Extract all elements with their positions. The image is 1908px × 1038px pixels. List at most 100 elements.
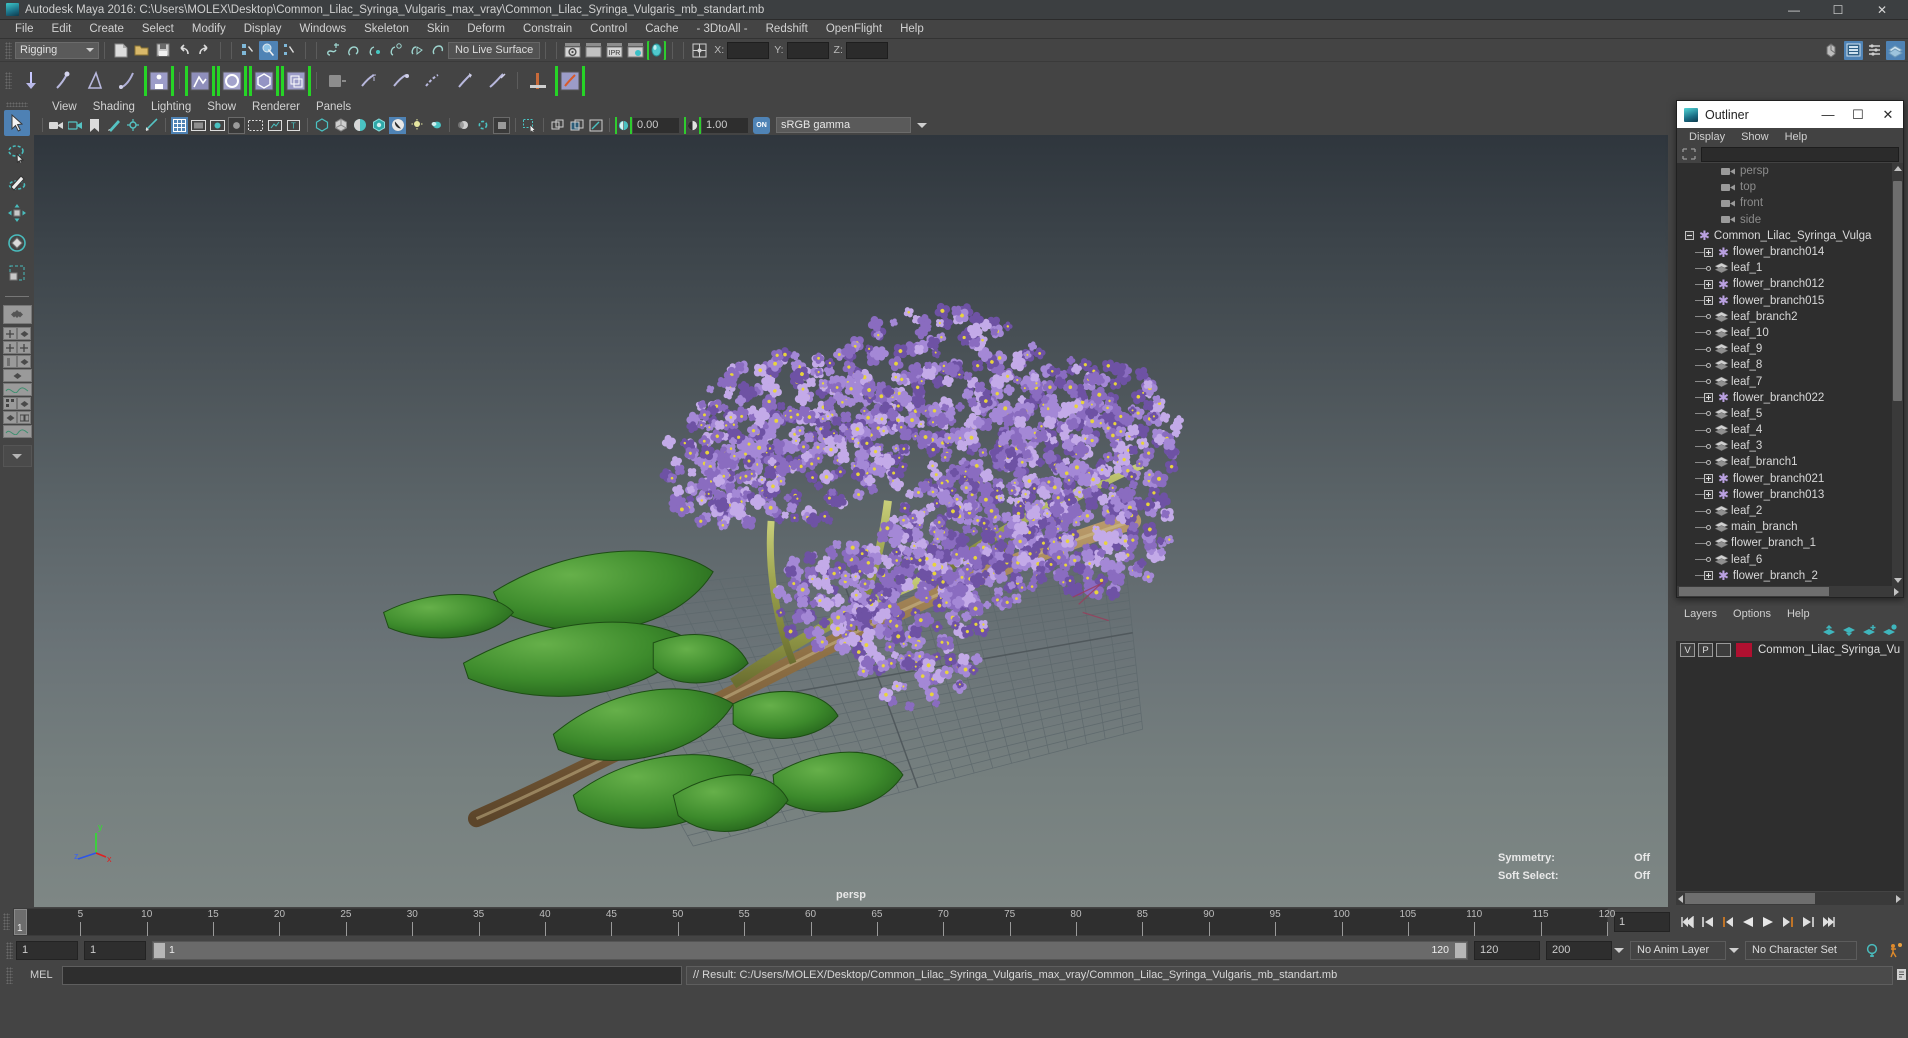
- layers-list[interactable]: V P Common_Lilac_Syringa_Vu: [1676, 641, 1904, 891]
- camera-attributes-icon[interactable]: [67, 117, 84, 134]
- create-ik-handle-button[interactable]: [48, 66, 78, 96]
- toggle-xray-joints-icon[interactable]: [266, 117, 283, 134]
- render-settings-button[interactable]: [626, 41, 645, 60]
- select-by-object-type-button[interactable]: [259, 40, 278, 60]
- outliner-vertical-scrollbar[interactable]: [1892, 163, 1903, 586]
- expand-node-icon[interactable]: [1704, 490, 1713, 500]
- viewport-menu-lighting[interactable]: Lighting: [143, 101, 199, 113]
- time-cursor[interactable]: 1: [14, 909, 27, 935]
- create-joint-tool-button[interactable]: [16, 66, 46, 96]
- outliner-maximize-button[interactable]: ☐: [1843, 101, 1873, 128]
- menu-windows[interactable]: Windows: [290, 20, 355, 39]
- interactive-bind-skin-button[interactable]: [249, 66, 279, 96]
- lasso-select-tool-button[interactable]: [4, 140, 30, 166]
- menu-modify[interactable]: Modify: [183, 20, 235, 39]
- redo-button[interactable]: [195, 41, 214, 60]
- move-layer-down-icon[interactable]: [1841, 623, 1858, 638]
- lattice-deformer-button[interactable]: [354, 66, 384, 96]
- outliner-item-leaf-1[interactable]: leaf_1: [1677, 260, 1892, 276]
- display-layer-icon[interactable]: [568, 117, 585, 134]
- outliner-item-top[interactable]: top: [1677, 179, 1892, 195]
- show-hide-tool-settings-button[interactable]: [1865, 41, 1884, 60]
- shadows-icon[interactable]: [408, 117, 425, 134]
- hypershade-persp-layout-button[interactable]: [3, 397, 17, 410]
- outliner-item-leaf-branch2[interactable]: leaf_branch2: [1677, 309, 1892, 325]
- outliner-item-side[interactable]: side: [1677, 212, 1892, 228]
- new-scene-button[interactable]: [111, 41, 130, 60]
- snap-to-view-planes-button[interactable]: [407, 41, 426, 60]
- coord-x-field[interactable]: [727, 41, 770, 59]
- menu-file[interactable]: File: [6, 20, 43, 39]
- smooth-bind-skin-button[interactable]: [185, 66, 215, 96]
- toggle-grid-icon[interactable]: [171, 116, 188, 134]
- exposure-icon[interactable]: [615, 117, 632, 134]
- persp-trax-layout-button[interactable]: [2, 383, 32, 396]
- viewport-menu-show[interactable]: Show: [199, 101, 244, 113]
- isolate-select-icon[interactable]: [521, 117, 538, 134]
- persp-outliner-layout-button[interactable]: [3, 355, 17, 368]
- toggle-texture-icon[interactable]: T: [285, 117, 302, 134]
- command-line-grip[interactable]: [6, 966, 13, 984]
- outliner-item-flower-branch012[interactable]: ✱ flower_branch012: [1677, 276, 1892, 292]
- selection-filter-icon[interactable]: [1681, 147, 1697, 161]
- character-set-dropdown[interactable]: No Character Set: [1745, 940, 1857, 960]
- menu-select[interactable]: Select: [133, 20, 183, 39]
- live-surface-field[interactable]: No Live Surface: [448, 41, 541, 59]
- auto-keyframe-toggle[interactable]: [1861, 940, 1883, 960]
- collapse-node-icon[interactable]: [1685, 231, 1694, 241]
- script-editor-button[interactable]: [1896, 966, 1908, 985]
- create-character-set-button[interactable]: [144, 66, 174, 96]
- make-live-button[interactable]: [428, 41, 447, 60]
- menu-constrain[interactable]: Constrain: [514, 20, 581, 39]
- outliner-item-flower-branch013[interactable]: ✱ flower_branch013: [1677, 487, 1892, 503]
- range-end-handle[interactable]: [1455, 942, 1466, 958]
- open-scene-button[interactable]: [132, 41, 151, 60]
- menu-redshift[interactable]: Redshift: [757, 20, 817, 39]
- create-empty-layer-icon[interactable]: [1861, 623, 1878, 638]
- expand-node-icon[interactable]: [1704, 474, 1713, 484]
- use-default-material-icon[interactable]: [370, 117, 387, 134]
- ipr-render-button[interactable]: IPR: [605, 41, 624, 60]
- expand-node-icon[interactable]: [1704, 393, 1713, 403]
- motion-blur-icon[interactable]: [455, 117, 472, 134]
- bookmark-icon[interactable]: [86, 117, 103, 134]
- layers-horizontal-scrollbar[interactable]: [1676, 892, 1904, 905]
- menu-3dtoall[interactable]: - 3DtoAll -: [688, 20, 757, 39]
- anim-layer-dropdown[interactable]: No Anim Layer: [1630, 940, 1726, 960]
- scrollbar-thumb[interactable]: [1893, 181, 1902, 401]
- toggle-attribute-editor-button[interactable]: [690, 41, 709, 60]
- hardware-texturing-icon[interactable]: [351, 117, 368, 134]
- layer-visibility-toggle[interactable]: V: [1680, 643, 1695, 657]
- ambient-occlusion-icon[interactable]: [427, 117, 444, 134]
- select-camera-tool-icon[interactable]: [587, 117, 604, 134]
- outliner-item-leaf-3[interactable]: leaf_3: [1677, 438, 1892, 454]
- last-tool-used-button[interactable]: [2, 305, 32, 324]
- paint-skin-weights-button[interactable]: [217, 66, 247, 96]
- render-current-frame-button[interactable]: [563, 41, 582, 60]
- outliner-menu-help[interactable]: Help: [1777, 131, 1816, 143]
- select-by-hierarchy-button[interactable]: [238, 41, 257, 60]
- layers-menu-help[interactable]: Help: [1779, 608, 1818, 620]
- undo-button[interactable]: [174, 41, 193, 60]
- outliner-item-leaf-branch1[interactable]: leaf_branch1: [1677, 454, 1892, 470]
- scroll-right-arrow-icon[interactable]: [1894, 588, 1899, 596]
- constrain-point-button[interactable]: [555, 66, 585, 96]
- scroll-up-arrow-icon[interactable]: [1894, 166, 1902, 171]
- outliner-item-common-lilac-syringa-vulga[interactable]: ✱ Common_Lilac_Syringa_Vulga: [1677, 228, 1892, 244]
- command-input[interactable]: [62, 965, 682, 985]
- rotate-tool-button[interactable]: [4, 230, 30, 256]
- outliner-item-flower-branch-1[interactable]: flower_branch_1: [1677, 535, 1892, 551]
- maximize-button[interactable]: ☐: [1816, 0, 1860, 20]
- shelf-grip[interactable]: [5, 72, 12, 89]
- play-backwards-button[interactable]: [1739, 912, 1757, 932]
- chevron-down-icon[interactable]: [917, 122, 927, 128]
- show-hide-channel-box-button[interactable]: [1886, 40, 1905, 60]
- exposure-field[interactable]: 0.00: [633, 117, 679, 133]
- animation-preferences-button[interactable]: [1885, 940, 1907, 960]
- gamma-field[interactable]: 1.00: [702, 117, 748, 133]
- current-time-field[interactable]: 1: [1614, 912, 1670, 932]
- toolbox-grip[interactable]: [6, 102, 28, 107]
- outliner-item-flower-branch-2[interactable]: ✱ flower_branch_2: [1677, 568, 1892, 584]
- menu-deform[interactable]: Deform: [458, 20, 514, 39]
- step-back-keyframe-button[interactable]: [1699, 912, 1717, 932]
